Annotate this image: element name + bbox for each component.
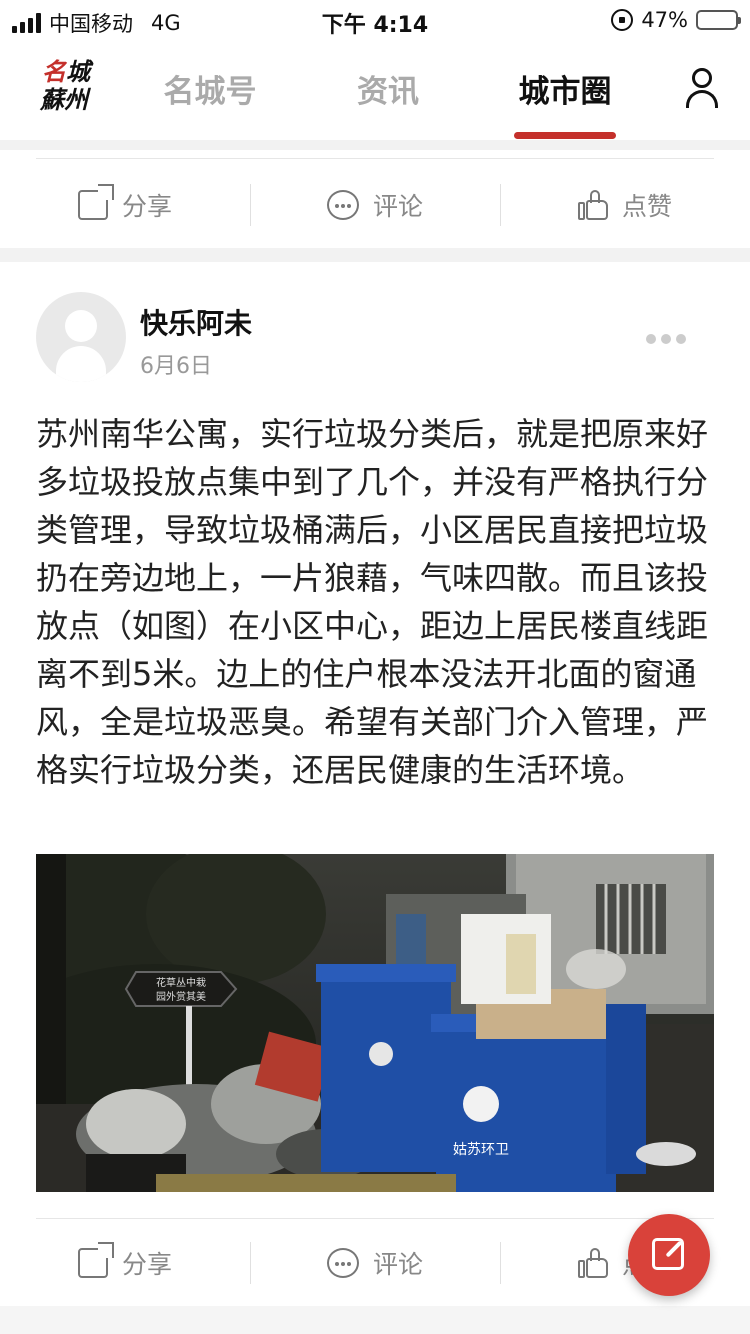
- share-icon: [77, 1242, 114, 1278]
- divider: [36, 158, 714, 159]
- post-body: 苏州南华公寓，实行垃圾分类后，就是把原来好多垃圾投放点集中到了几个，并没有严格执…: [36, 415, 709, 789]
- thumbs-up-icon: [577, 1248, 608, 1278]
- status-bar: 中国移动 4G 下午 4:14 47%: [0, 0, 750, 40]
- share-label: 分享: [121, 192, 172, 221]
- top-nav: 名城 蘇州 名城号 资讯 城市圈: [0, 40, 750, 140]
- bin-label: 姑苏环卫: [453, 1142, 509, 1158]
- post-date: 6月6日: [140, 354, 212, 379]
- like-label: 点赞: [621, 192, 672, 221]
- tab-news[interactable]: 资讯: [352, 66, 424, 111]
- battery-percent: 47%: [641, 8, 688, 32]
- battery-icon: [696, 10, 741, 30]
- active-tab-indicator: [514, 132, 616, 139]
- next-post-edge: [0, 1306, 750, 1334]
- author-name[interactable]: 快乐阿未: [140, 302, 252, 342]
- share-button[interactable]: 分享: [0, 160, 250, 250]
- comment-button[interactable]: 评论: [250, 160, 500, 250]
- orientation-lock-icon: [611, 9, 634, 31]
- edit-icon: [652, 1238, 684, 1270]
- avatar[interactable]: [36, 292, 126, 382]
- compose-button[interactable]: [628, 1214, 710, 1296]
- comment-icon: [326, 1248, 359, 1278]
- comment-button[interactable]: 评论: [250, 1218, 500, 1308]
- share-button[interactable]: 分享: [0, 1218, 250, 1308]
- trash-bins-photo: 花草丛中栽 园外赏其美 姑苏环卫: [36, 854, 714, 1192]
- share-icon: [77, 184, 114, 220]
- tab-mingchenghao[interactable]: 名城号: [160, 66, 260, 111]
- sign-text-line2: 园外赏其美: [156, 990, 206, 1003]
- like-button[interactable]: 点赞: [500, 160, 750, 250]
- like-button[interactable]: 点赞: [500, 1218, 750, 1308]
- sign-text-line1: 花草丛中栽: [156, 976, 206, 989]
- comment-label: 评论: [372, 1250, 423, 1279]
- tab-city-circle[interactable]: 城市圈: [514, 66, 616, 111]
- comment-label: 评论: [372, 192, 423, 221]
- more-options-icon[interactable]: [646, 334, 686, 344]
- user-icon[interactable]: [686, 68, 718, 110]
- app-logo[interactable]: 名城 蘇州: [38, 58, 110, 122]
- thumbs-up-icon: [577, 190, 608, 220]
- post-photo[interactable]: 花草丛中栽 园外赏其美 姑苏环卫: [36, 854, 714, 1192]
- logo-text: 城: [66, 57, 90, 86]
- previous-post-footer: 分享 评论 点赞: [0, 150, 750, 248]
- action-bar: 分享 评论 点赞: [0, 160, 750, 250]
- post-card: 快乐阿未 6月6日 苏州南华公寓，实行垃圾分类后，就是把原来好多垃圾投放点集中到…: [0, 262, 750, 1334]
- comment-icon: [326, 190, 359, 220]
- share-label: 分享: [121, 1250, 172, 1279]
